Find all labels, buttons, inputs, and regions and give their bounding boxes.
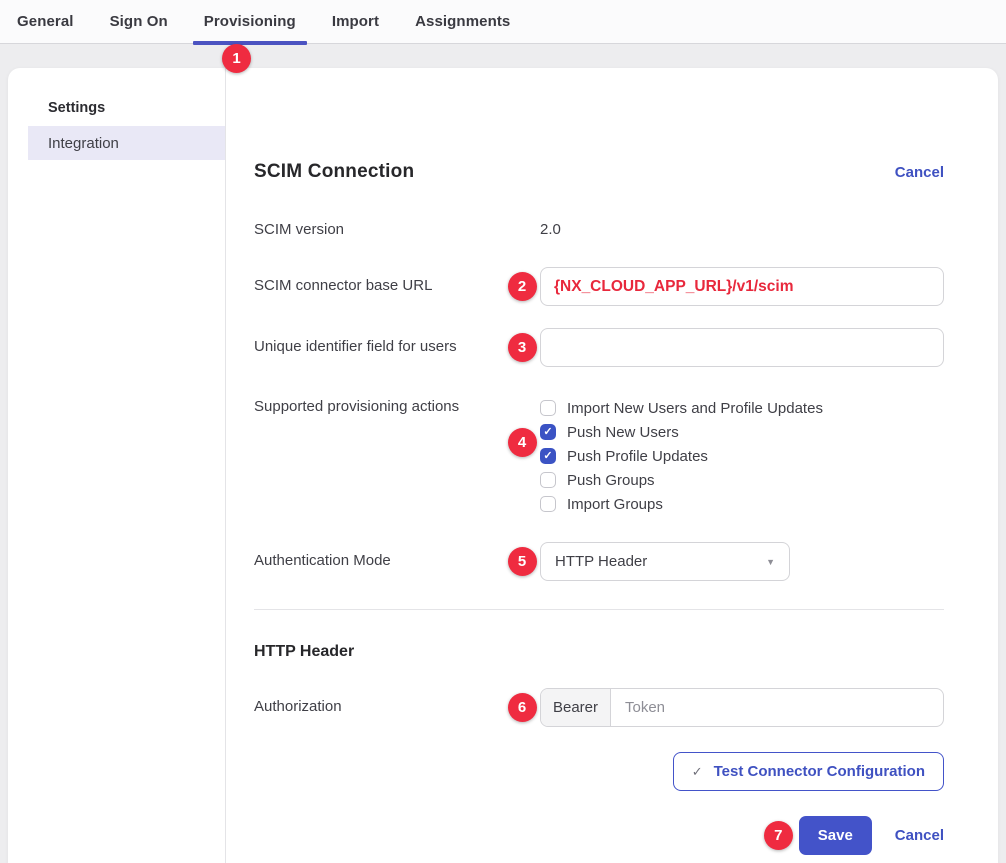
- section-divider: [254, 609, 944, 610]
- annotation-badge-5: 5: [508, 547, 537, 576]
- chevron-down-icon: ▼: [766, 557, 775, 567]
- base-url-row: SCIM connector base URL 2: [254, 267, 944, 306]
- checkbox-box[interactable]: ✓: [540, 424, 556, 440]
- checkbox-import-new-users[interactable]: ✓ Import New Users and Profile Updates: [540, 396, 944, 420]
- checkbox-import-groups[interactable]: ✓ Import Groups: [540, 492, 944, 516]
- cancel-link-top[interactable]: Cancel: [895, 164, 944, 181]
- scim-version-row: SCIM version 2.0: [254, 221, 944, 238]
- checkbox-box[interactable]: ✓: [540, 400, 556, 416]
- tab-general[interactable]: General: [17, 0, 74, 43]
- checkbox-box[interactable]: ✓: [540, 448, 556, 464]
- provisioning-actions-label: Supported provisioning actions: [254, 395, 504, 415]
- tab-label: Provisioning: [204, 13, 296, 30]
- save-button[interactable]: Save: [799, 816, 872, 855]
- check-icon: ✓: [543, 427, 552, 438]
- checkbox-label: Push Groups: [567, 472, 655, 489]
- checkbox-push-profile-updates[interactable]: ✓ Push Profile Updates: [540, 444, 944, 468]
- sidebar-item-integration[interactable]: Integration: [28, 126, 225, 160]
- sidebar-item-label: Integration: [48, 135, 119, 152]
- app-tabbar: General Sign On Provisioning Import Assi…: [0, 0, 1006, 44]
- token-input[interactable]: [611, 689, 943, 726]
- test-button-label: Test Connector Configuration: [714, 763, 925, 780]
- selected-option: HTTP Header: [555, 553, 647, 570]
- checkbox-label: Push Profile Updates: [567, 448, 708, 465]
- page-title: SCIM Connection: [254, 161, 414, 183]
- checkbox-label: Import Groups: [567, 496, 663, 513]
- base-url-input[interactable]: [540, 267, 944, 306]
- scim-connection-form: SCIM Connection Cancel SCIM version 2.0 …: [226, 68, 998, 863]
- annotation-badge-1: 1: [222, 44, 251, 73]
- checkbox-label: Import New Users and Profile Updates: [567, 400, 823, 417]
- provisioning-actions-row: Supported provisioning actions 4 ✓ Impor…: [254, 395, 944, 516]
- annotation-badge-2: 2: [508, 272, 537, 301]
- authentication-mode-label: Authentication Mode: [254, 542, 504, 569]
- annotation-badge-7: 7: [764, 821, 793, 850]
- cancel-button[interactable]: Cancel: [895, 827, 944, 844]
- tab-assignments[interactable]: Assignments: [415, 0, 510, 43]
- tab-label: Assignments: [415, 13, 510, 30]
- authentication-mode-row: Authentication Mode 5 HTTP Header ▼: [254, 542, 944, 581]
- check-icon: ✓: [543, 451, 552, 462]
- tab-label: Sign On: [110, 13, 168, 30]
- checkbox-push-new-users[interactable]: ✓ Push New Users: [540, 420, 944, 444]
- tab-label: Import: [332, 13, 379, 30]
- bearer-prefix: Bearer: [541, 689, 611, 726]
- checkbox-push-groups[interactable]: ✓ Push Groups: [540, 468, 944, 492]
- authentication-mode-select[interactable]: HTTP Header ▼: [540, 542, 790, 581]
- authorization-label: Authorization: [254, 688, 504, 715]
- checkbox-box[interactable]: ✓: [540, 496, 556, 512]
- checkbox-label: Push New Users: [567, 424, 679, 441]
- tab-label: General: [17, 13, 74, 30]
- tab-provisioning[interactable]: Provisioning: [204, 0, 296, 43]
- scim-version-value: 2.0: [540, 221, 944, 238]
- annotation-badge-3: 3: [508, 333, 537, 362]
- check-icon: ✓: [692, 764, 703, 780]
- settings-card: Settings Integration SCIM Connection Can…: [8, 68, 998, 863]
- checkbox-box[interactable]: ✓: [540, 472, 556, 488]
- unique-identifier-row: Unique identifier field for users 3: [254, 328, 944, 367]
- sidebar-header: Settings: [48, 100, 225, 116]
- base-url-label: SCIM connector base URL: [254, 267, 504, 294]
- tab-import[interactable]: Import: [332, 0, 379, 43]
- http-header-section-title: HTTP Header: [254, 643, 944, 661]
- authorization-input-group: Bearer: [540, 688, 944, 727]
- tab-sign-on[interactable]: Sign On: [110, 0, 168, 43]
- authorization-row: Authorization 6 Bearer: [254, 688, 944, 727]
- scim-version-label: SCIM version: [254, 221, 504, 238]
- test-connector-configuration-button[interactable]: ✓ Test Connector Configuration: [673, 752, 944, 791]
- unique-identifier-input[interactable]: [540, 328, 944, 367]
- annotation-badge-6: 6: [508, 693, 537, 722]
- unique-identifier-label: Unique identifier field for users: [254, 328, 504, 355]
- annotation-badge-4: 4: [508, 428, 537, 457]
- settings-sidebar: Settings Integration: [8, 68, 226, 863]
